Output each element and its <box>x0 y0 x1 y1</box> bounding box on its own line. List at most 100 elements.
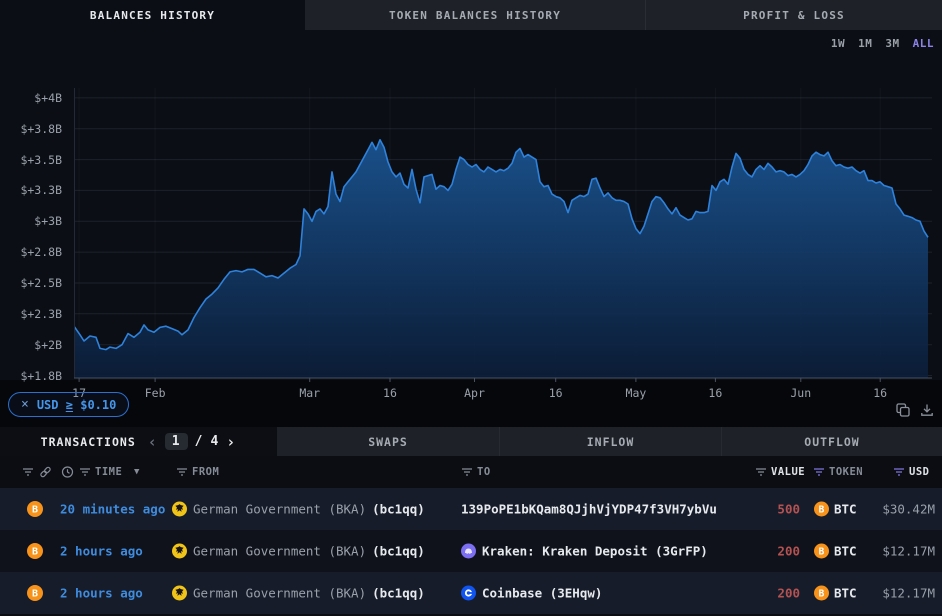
from-entity-name[interactable]: German Government (BKA) <box>193 544 366 559</box>
table-row[interactable]: B 20 minutes ago German Government (BKA)… <box>0 488 942 530</box>
table-toolbar <box>895 402 935 418</box>
range-1m-button[interactable]: 1M <box>858 37 872 50</box>
from-entity-name[interactable]: German Government (BKA) <box>193 586 366 601</box>
page-next-button[interactable]: › <box>226 433 236 451</box>
btc-token-icon: B <box>814 586 829 601</box>
usd-filter-chip[interactable]: × USD ≥ $0.10 <box>8 392 129 417</box>
y-axis: $+4B$+3.8B$+3.5B$+3.3B$+3B$+2.8B$+2.5B$+… <box>0 30 68 380</box>
transactions-table: TIME ▼ FROM TO VALUE TOKEN USD <box>0 456 942 616</box>
german-government-icon <box>172 544 187 559</box>
header-usd[interactable]: USD <box>909 466 929 478</box>
copy-icon[interactable] <box>895 402 911 418</box>
from-address[interactable]: (bc1qq) <box>372 544 425 559</box>
header-token[interactable]: TOKEN <box>829 466 863 478</box>
header-from[interactable]: FROM <box>192 466 219 478</box>
header-time[interactable]: TIME <box>95 466 122 478</box>
link-icon[interactable] <box>39 466 52 479</box>
page-total: 4 <box>210 434 219 449</box>
filter-icon-active[interactable] <box>813 467 825 477</box>
x-axis-label: 16 <box>708 386 722 400</box>
table-row[interactable]: B 2 hours ago German Government (BKA) (b… <box>0 530 942 572</box>
time-range-selector: 1W 1M 3M ALL <box>831 37 934 50</box>
x-axis-label: 16 <box>549 386 563 400</box>
x-axis-label: Apr <box>464 386 485 400</box>
pagination: ‹ 1 / 4 › <box>148 433 237 451</box>
svg-text:B: B <box>819 504 825 515</box>
clock-icon <box>61 466 74 479</box>
svg-text:B: B <box>819 546 825 557</box>
table-row[interactable]: B 2 hours ago German Government (BKA) (b… <box>0 572 942 614</box>
from-address[interactable]: (bc1qq) <box>372 502 425 517</box>
y-axis-label: $+2.8B <box>20 245 62 259</box>
svg-text:B: B <box>32 505 38 516</box>
page-current: 1 <box>165 433 188 450</box>
balance-area-chart[interactable] <box>74 88 932 384</box>
usd-amount: $30.42M <box>882 502 935 517</box>
tab-profit-and-loss-label: PROFIT & LOSS <box>743 9 845 22</box>
header-to[interactable]: TO <box>477 466 491 478</box>
tab-outflow-label: OUTFLOW <box>804 435 859 449</box>
balances-history-panel: 1W 1M 3M ALL $+4B$+3.8B$+3.5B$+3.3B$+3B$… <box>0 30 942 380</box>
tab-transactions-label: TRANSACTIONS <box>41 435 136 449</box>
tab-balances-history-label: BALANCES HISTORY <box>90 9 215 22</box>
time-link[interactable]: 20 minutes ago <box>60 502 165 517</box>
tab-transactions[interactable]: TRANSACTIONS ‹ 1 / 4 › <box>0 427 277 456</box>
range-3m-button[interactable]: 3M <box>885 37 899 50</box>
header-value[interactable]: VALUE <box>771 466 805 478</box>
chip-label: USD ≥ $0.10 <box>37 398 117 412</box>
usd-amount: $12.17M <box>882 586 935 601</box>
y-axis-label: $+3.8B <box>20 122 62 136</box>
filter-icon[interactable] <box>461 467 473 477</box>
filter-icon[interactable] <box>22 467 34 477</box>
tab-outflow[interactable]: OUTFLOW <box>721 427 942 456</box>
btc-chain-icon: B <box>27 501 43 517</box>
filter-icon-active[interactable] <box>893 467 905 477</box>
x-axis-label: Mar <box>299 386 320 400</box>
x-axis-label: 16 <box>873 386 887 400</box>
time-link[interactable]: 2 hours ago <box>60 586 143 601</box>
x-axis-label: Feb <box>145 386 166 400</box>
table-header: TIME ▼ FROM TO VALUE TOKEN USD <box>0 456 942 488</box>
y-axis-label: $+3.5B <box>20 153 62 167</box>
tab-inflow[interactable]: INFLOW <box>499 427 721 456</box>
tx-value: 200 <box>777 544 800 559</box>
tab-token-balances-history[interactable]: TOKEN BALANCES HISTORY <box>305 0 645 30</box>
filter-icon[interactable] <box>176 467 188 477</box>
x-axis-label: 16 <box>383 386 397 400</box>
y-axis-label: $+2.5B <box>20 276 62 290</box>
chip-close-icon[interactable]: × <box>21 397 29 412</box>
filter-icon[interactable] <box>79 467 91 477</box>
y-axis-label: $+2B <box>34 338 62 352</box>
download-icon[interactable] <box>919 402 935 418</box>
tx-value: 200 <box>777 586 800 601</box>
from-address[interactable]: (bc1qq) <box>372 586 425 601</box>
btc-token-icon: B <box>814 544 829 559</box>
to-entity-name[interactable]: Coinbase (3EHqw) <box>482 586 602 601</box>
page-separator: / <box>195 434 204 449</box>
chevron-down-icon[interactable]: ▼ <box>134 467 140 477</box>
from-entity-name[interactable]: German Government (BKA) <box>193 502 366 517</box>
btc-token-icon: B <box>814 502 829 517</box>
tx-value: 500 <box>777 502 800 517</box>
to-entity-name[interactable]: Kraken: Kraken Deposit (3GrFP) <box>482 544 708 559</box>
range-1w-button[interactable]: 1W <box>831 37 845 50</box>
page-prev-button[interactable]: ‹ <box>148 433 158 451</box>
tab-profit-and-loss[interactable]: PROFIT & LOSS <box>645 0 942 30</box>
token-symbol: BTC <box>834 586 857 601</box>
x-axis-label: Jun <box>790 386 811 400</box>
svg-text:B: B <box>32 589 38 600</box>
x-axis-label: May <box>626 386 647 400</box>
tab-swaps[interactable]: SWAPS <box>277 427 499 456</box>
y-axis-label: $+3.3B <box>20 183 62 197</box>
filter-icon[interactable] <box>755 467 767 477</box>
svg-text:B: B <box>819 588 825 599</box>
btc-chain-icon: B <box>27 585 43 601</box>
time-link[interactable]: 2 hours ago <box>60 544 143 559</box>
german-government-icon <box>172 586 187 601</box>
y-axis-label: $+1.8B <box>20 369 62 383</box>
to-address[interactable]: 139PoPE1bKQam8QJjhVjYDP47f3VH7ybVu <box>461 502 717 517</box>
token-symbol: BTC <box>834 544 857 559</box>
range-all-button[interactable]: ALL <box>913 37 934 50</box>
tab-balances-history[interactable]: BALANCES HISTORY <box>0 0 305 30</box>
usd-amount: $12.17M <box>882 544 935 559</box>
